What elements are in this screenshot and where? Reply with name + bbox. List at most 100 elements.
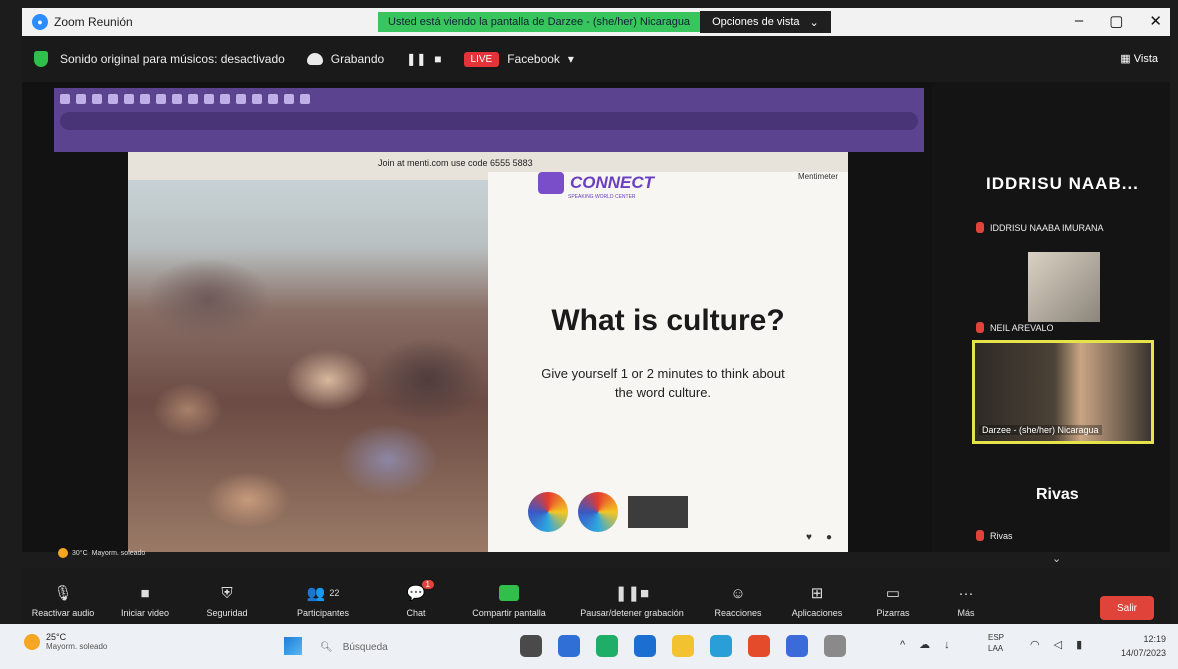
pause-recording-button[interactable]: ❚❚■ Pausar/detener grabación bbox=[564, 572, 700, 618]
folder-icon[interactable] bbox=[672, 635, 694, 657]
partner-logo-2 bbox=[578, 492, 618, 532]
facebook-label: Facebook bbox=[507, 52, 560, 66]
app-icon[interactable] bbox=[748, 635, 770, 657]
slide-title: What is culture? bbox=[551, 304, 785, 337]
cloud-icon bbox=[306, 53, 323, 65]
whiteboards-button[interactable]: ▭ Pizarras bbox=[858, 572, 928, 618]
seashells-image bbox=[128, 180, 488, 552]
mic-muted-icon bbox=[976, 322, 984, 333]
mail-icon[interactable] bbox=[634, 635, 656, 657]
shared-screen: Join at menti.com use code 6555 5883 CON… bbox=[22, 82, 932, 552]
connect-logo: CONNECT bbox=[538, 172, 654, 194]
connect-logo-icon bbox=[538, 172, 564, 194]
view-options-button[interactable]: Opciones de vista ⌄ bbox=[700, 11, 831, 33]
chevron-down-icon[interactable]: ⌄ bbox=[1052, 552, 1061, 565]
zoom-taskbar-icon[interactable] bbox=[558, 635, 580, 657]
people-icon: 👥 22 bbox=[306, 585, 340, 602]
sun-icon bbox=[58, 548, 68, 558]
pause-icon[interactable]: ❚❚ bbox=[406, 52, 426, 66]
start-video-button[interactable]: ■ Iniciar video bbox=[104, 572, 186, 619]
connect-subtitle: SPEAKING WORLD CENTER bbox=[568, 194, 636, 200]
video-off-icon: ■ bbox=[140, 584, 150, 602]
grid-icon: ▦ bbox=[1120, 53, 1131, 65]
active-speaker-tile[interactable]: Darzee - (she/her) Nicaragua bbox=[972, 340, 1154, 444]
heart-icon[interactable]: ♥ bbox=[806, 532, 812, 543]
close-icon[interactable]: ✕ bbox=[1149, 12, 1162, 30]
zoom-logo-icon: ● bbox=[32, 14, 48, 30]
search-icon: 🔍︎ bbox=[320, 641, 333, 653]
title-bar: ● Zoom Reunión Usted está viendo la pant… bbox=[22, 8, 1170, 36]
taskbar-clock[interactable]: 12:19 14/07/2023 bbox=[1121, 632, 1166, 660]
share-screen-icon bbox=[499, 584, 519, 602]
share-banner: Usted está viendo la pantalla de Darzee … bbox=[378, 11, 831, 33]
shield-icon bbox=[34, 51, 48, 67]
download-icon[interactable]: ↓ bbox=[944, 639, 950, 651]
task-view-icon[interactable] bbox=[520, 635, 542, 657]
mentimeter-label: Mentimeter bbox=[797, 172, 838, 181]
mentimeter-slide: CONNECT SPEAKING WORLD CENTER Mentimeter… bbox=[488, 172, 848, 552]
partner-logo-3 bbox=[628, 496, 688, 528]
sun-icon bbox=[24, 633, 40, 650]
wifi-icon[interactable]: ◠ bbox=[1030, 638, 1040, 651]
weather-widget[interactable]: 25°C Mayorm. soleado bbox=[24, 632, 107, 651]
cloud-icon[interactable]: ☁ bbox=[919, 638, 930, 651]
presentation-view: Join at menti.com use code 6555 5883 CON… bbox=[128, 152, 848, 552]
taskbar-search[interactable]: 🔍︎ Búsqueda bbox=[320, 636, 500, 658]
unmute-button[interactable]: 🎙 Reactivar audio bbox=[22, 572, 104, 618]
maximize-icon[interactable]: ▢ bbox=[1109, 12, 1123, 30]
partner-logo-1 bbox=[528, 492, 568, 532]
app-icon[interactable] bbox=[786, 635, 808, 657]
participant-row[interactable]: Rivas bbox=[976, 530, 1013, 541]
comment-icon[interactable]: ● bbox=[826, 532, 832, 543]
edge-icon[interactable] bbox=[710, 635, 732, 657]
window-controls: – ▢ ✕ bbox=[1075, 12, 1162, 30]
windows-start-icon[interactable] bbox=[284, 637, 302, 655]
participants-button[interactable]: 👥 22 Participantes bbox=[268, 572, 378, 618]
chevron-down-icon: ⌄ bbox=[809, 16, 819, 29]
participant-row[interactable]: NEIL AREVALO bbox=[976, 322, 1054, 333]
settings-icon[interactable] bbox=[824, 635, 846, 657]
chevron-down-icon: ▾ bbox=[567, 52, 574, 66]
shared-browser-chrome bbox=[54, 88, 924, 152]
smiley-icon: ☺ bbox=[730, 584, 746, 602]
chat-badge: 1 bbox=[421, 580, 434, 589]
pause-stop-icon: ❚❚■ bbox=[614, 585, 650, 602]
chat-button[interactable]: 💬 1 Chat bbox=[378, 572, 454, 618]
chrome-icon[interactable] bbox=[596, 635, 618, 657]
mic-muted-icon bbox=[976, 222, 984, 233]
chevron-up-icon[interactable]: ^ bbox=[900, 639, 905, 651]
tile-caption: Darzee - (she/her) Nicaragua bbox=[979, 425, 1102, 435]
live-badge: LIVE bbox=[463, 51, 500, 67]
battery-icon[interactable]: ▮ bbox=[1076, 638, 1082, 651]
more-button[interactable]: ··· Más bbox=[928, 572, 1004, 619]
reactions-button[interactable]: ☺ Reacciones bbox=[700, 572, 776, 619]
slide-reaction-icons: ♥ ● bbox=[806, 532, 832, 543]
apps-button[interactable]: ⊞ Aplicaciones bbox=[776, 572, 858, 618]
meeting-toolbar: 🎙 Reactivar audio ■ Iniciar video ⛨ Segu… bbox=[22, 568, 1170, 624]
participant-name-large: Rivas bbox=[1036, 486, 1079, 503]
mic-muted-icon bbox=[976, 530, 984, 541]
taskbar-apps bbox=[520, 635, 846, 657]
share-screen-button[interactable]: Compartir pantalla bbox=[454, 572, 564, 618]
browser-address-bar bbox=[60, 112, 918, 130]
participants-panel: IDDRISU NAAB... IDDRISU NAABA IMURANA NE… bbox=[932, 82, 1170, 565]
join-code-text: Join at menti.com use code 6555 5883 bbox=[378, 158, 533, 168]
participant-video-thumbnail[interactable] bbox=[1028, 252, 1100, 322]
mic-off-icon: 🎙 bbox=[53, 585, 73, 602]
security-button[interactable]: ⛨ Seguridad bbox=[186, 572, 268, 619]
view-button[interactable]: ▦ Vista bbox=[1120, 52, 1158, 65]
browser-tabs bbox=[54, 88, 924, 110]
volume-icon[interactable]: ◁ bbox=[1054, 638, 1062, 651]
slide-body: Give yourself 1 or 2 minutes to think ab… bbox=[541, 366, 785, 400]
stop-icon[interactable]: ■ bbox=[434, 52, 441, 66]
system-tray: ^ ☁ ↓ bbox=[900, 638, 950, 652]
participant-row[interactable]: IDDRISU NAABA IMURANA bbox=[976, 222, 1104, 233]
original-sound-status[interactable]: Sonido original para músicos: desactivad… bbox=[60, 52, 285, 66]
sponsor-logos bbox=[528, 492, 688, 532]
windows-taskbar: 25°C Mayorm. soleado 🔍︎ Búsqueda ^ ☁ ↓ E bbox=[0, 624, 1178, 669]
minimize-icon[interactable]: – bbox=[1075, 12, 1083, 30]
live-stream-indicator[interactable]: LIVE Facebook ▾ bbox=[463, 51, 574, 67]
leave-button[interactable]: Salir bbox=[1100, 596, 1154, 620]
language-indicator[interactable]: ESP LAA bbox=[988, 632, 1004, 654]
recording-indicator[interactable]: Grabando bbox=[306, 52, 384, 66]
